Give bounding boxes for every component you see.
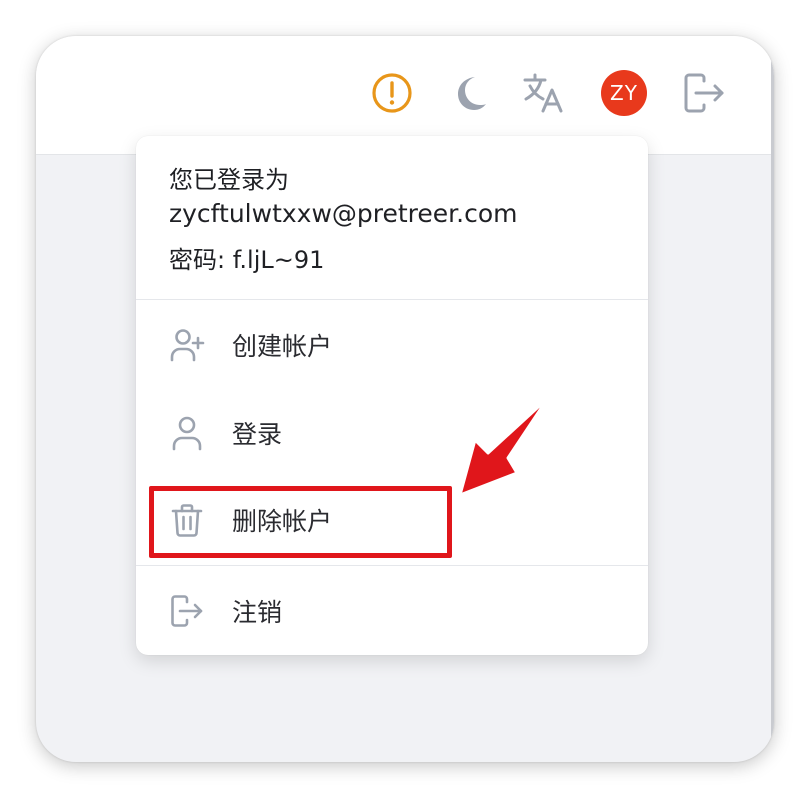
dark-mode-toggle[interactable] (446, 70, 492, 116)
menu-item-create-account[interactable]: 创建帐户 (136, 301, 648, 389)
user-plus-icon (170, 329, 205, 362)
translate-icon (523, 73, 563, 113)
menu-item-label: 登录 (232, 420, 283, 449)
moon-icon (458, 77, 486, 110)
logout-icon (171, 595, 203, 627)
app-window: ZY 您已登录为 zycftulwtxxw@pretreer.com 密码: f… (36, 36, 774, 762)
menu-item-label: 创建帐户 (232, 332, 333, 361)
account-info: 您已登录为 zycftulwtxxw@pretreer.com 密码: f.lj… (136, 136, 648, 300)
menu-item-label: 注销 (232, 598, 283, 627)
logout-icon (684, 73, 724, 113)
language-button[interactable] (520, 70, 566, 116)
user-icon (172, 416, 202, 451)
signed-in-label: 您已登录为 (169, 166, 289, 194)
user-avatar-button[interactable]: ZY (601, 70, 647, 116)
avatar: ZY (601, 70, 647, 116)
menu-item-sign-in[interactable]: 登录 (136, 389, 648, 477)
account-password: 密码: f.ljL~91 (169, 246, 325, 274)
warning-button[interactable] (369, 70, 415, 116)
annotation-arrow-icon (458, 396, 550, 497)
logout-button[interactable] (681, 70, 727, 116)
account-email: zycftulwtxxw@pretreer.com (169, 199, 518, 228)
menu-item-sign-out[interactable]: 注销 (136, 567, 648, 655)
menu-divider (136, 565, 648, 566)
account-dropdown-menu: 您已登录为 zycftulwtxxw@pretreer.com 密码: f.lj… (136, 136, 648, 655)
warning-circle-icon (372, 73, 412, 113)
screenshot-stage: ZY 您已登录为 zycftulwtxxw@pretreer.com 密码: f… (0, 0, 812, 798)
window-edge (771, 36, 774, 762)
annotation-highlight-box (149, 486, 452, 558)
